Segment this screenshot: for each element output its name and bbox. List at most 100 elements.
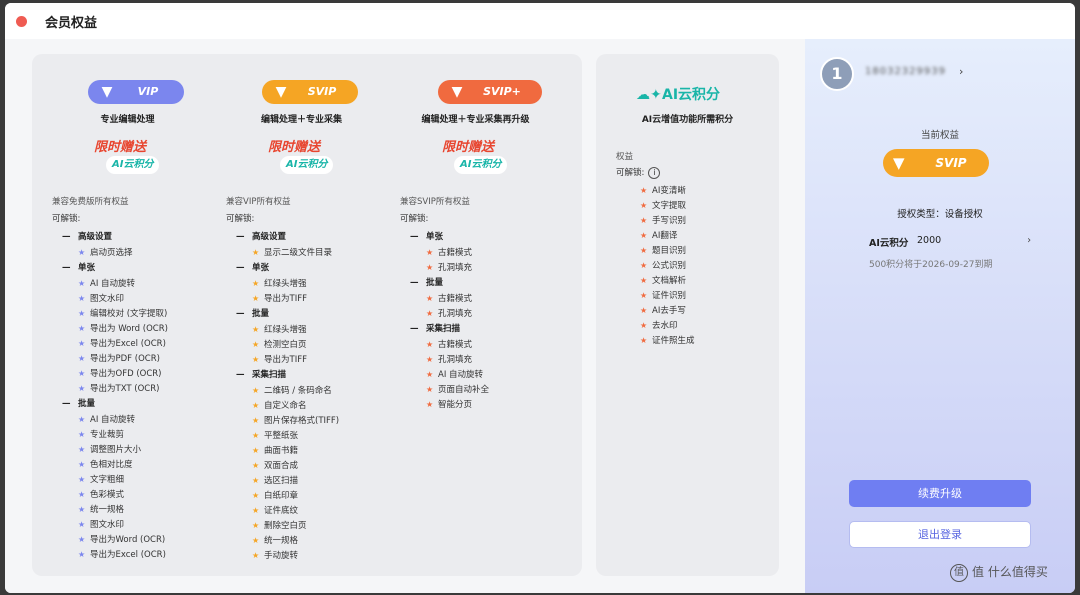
star-icon: ★ (78, 309, 86, 318)
feature-item: ★ AI 自动旋转 (62, 276, 212, 291)
star-icon: ★ (78, 430, 86, 439)
feature-item: ★ AI 自动旋转 (62, 412, 212, 427)
feature-item: ★ 古籍模式 (410, 337, 560, 352)
feature-item: ★ 色彩模式 (62, 487, 212, 502)
svip-plus-badge: ▼ SVIP+ (438, 80, 542, 104)
star-icon: ★ (640, 261, 648, 270)
feature-item: ★ 公式识别 (640, 258, 770, 273)
star-icon: ★ (426, 385, 434, 394)
feature-item: ★ 证件照生成 (640, 333, 770, 348)
star-icon: ★ (252, 506, 260, 515)
tier-column-svip: ▼ SVIP 编辑处理＋专业采集 限时赠送 AI云积分 兼容VIP所有权益 可解… (214, 54, 389, 576)
feature-item: ★ 白纸印章 (236, 488, 386, 503)
close-window-button[interactable] (16, 16, 27, 27)
compat-note: 兼容免费版所有权益 (52, 197, 129, 207)
feature-item: ★ AI变清晰 (640, 183, 770, 198)
star-icon: ★ (426, 370, 434, 379)
group-heading: — 单张 (62, 263, 96, 273)
feature-item: ★ 导出为TIFF (236, 352, 386, 367)
logout-button[interactable]: 退出登录 (849, 521, 1031, 548)
window-title: 会员权益 (45, 16, 98, 31)
feature-item: ★ 编辑校对 (文字提取) (62, 306, 212, 321)
star-icon: ★ (78, 490, 86, 499)
ai-points-panel: ☁✦AI云积分 AI云增值功能所需积分 权益 可解锁: i ★ AI变清晰 ★ 文字提… (596, 54, 779, 576)
star-icon: ★ (640, 291, 648, 300)
compat-note: 兼容SVIP所有权益 (400, 197, 470, 207)
star-icon: ★ (252, 536, 260, 545)
star-icon: ★ (252, 476, 260, 485)
feature-item: ★ 显示二级文件目录 (236, 245, 386, 260)
star-icon: ★ (426, 263, 434, 272)
group-heading: — 单张 (236, 263, 270, 273)
feature-item: ★ 导出为PDF (OCR) (62, 351, 212, 366)
promo-title: 限时赠送 (442, 140, 495, 155)
unlock-label: 可解锁: i (616, 166, 661, 179)
star-icon: ★ (640, 321, 648, 330)
group-heading: — 批量 (62, 399, 96, 409)
feature-item: ★ 统一规格 (62, 502, 212, 517)
compat-note: 兼容VIP所有权益 (226, 197, 291, 207)
ai-points-row[interactable]: AI云积分 2000 › (869, 235, 1031, 251)
feature-item: ★ 题目识别 (640, 243, 770, 258)
feature-item: ★ 古籍模式 (410, 291, 560, 306)
chevron-right-icon[interactable]: › (959, 65, 963, 78)
info-icon[interactable]: i (648, 167, 661, 179)
promo-sticker: 限时赠送 AI云积分 (436, 134, 528, 178)
feature-item: ★ 二维码 / 条码命名 (236, 383, 386, 398)
star-icon: ★ (78, 475, 86, 484)
points-expiry: 500积分将于2026-09-27到期 (869, 260, 993, 270)
star-icon: ★ (78, 505, 86, 514)
ai-tagline: AI云增值功能所需积分 (641, 115, 734, 125)
unlock-label: 可解锁: (400, 214, 429, 224)
promo-subtitle: AI云积分 (280, 156, 334, 174)
tier-tagline: 编辑处理＋专业采集 (260, 115, 342, 125)
star-icon: ★ (252, 461, 260, 470)
star-icon: ★ (78, 369, 86, 378)
star-icon: ★ (252, 491, 260, 500)
group-heading: — 高级设置 (62, 232, 113, 242)
star-icon: ★ (252, 521, 260, 530)
feature-item: ★ 手动旋转 (236, 548, 386, 563)
star-icon: ★ (252, 551, 260, 560)
star-icon: ★ (78, 339, 86, 348)
star-icon: ★ (252, 248, 260, 257)
star-icon: ★ (426, 355, 434, 364)
chevron-right-icon[interactable]: › (1027, 235, 1031, 246)
feature-item: ★ 双面合成 (236, 458, 386, 473)
account-id[interactable]: 18032329939 (865, 66, 946, 77)
ai-points-label: AI云积分 (869, 238, 909, 249)
feature-item: ★ 证件识别 (640, 288, 770, 303)
feature-item: ★ AI翻译 (640, 228, 770, 243)
star-icon: ★ (426, 309, 434, 318)
star-icon: ★ (252, 355, 260, 364)
benefits-area: ▼ VIP 专业编辑处理 限时赠送 AI云积分 兼容免费版所有权益 可解锁: —… (5, 39, 805, 593)
star-icon: ★ (252, 446, 260, 455)
star-icon: ★ (78, 384, 86, 393)
star-icon: ★ (78, 520, 86, 529)
cloud-sparkle-icon: ☁✦ (636, 87, 662, 103)
feature-item: ★ 孔洞填充 (410, 352, 560, 367)
feature-item: ★ 去水印 (640, 318, 770, 333)
current-tier-label: 当前权益 (920, 130, 959, 141)
feature-item: ★ 导出为Excel (OCR) (62, 547, 212, 562)
feature-item: ★ 证件底纹 (236, 503, 386, 518)
renew-upgrade-button[interactable]: 续费升级 (849, 480, 1031, 507)
star-icon: ★ (78, 279, 86, 288)
promo-title: 限时赠送 (94, 140, 147, 155)
feature-item: ★ 文字粗细 (62, 472, 212, 487)
promo-sticker: 限时赠送 AI云积分 (262, 134, 354, 178)
avatar[interactable]: 1 (820, 57, 854, 91)
feature-item: ★ 手写识别 (640, 213, 770, 228)
tier-tagline: 编辑处理＋专业采集再升级 (421, 115, 530, 125)
feature-item: ★ 文字提取 (640, 198, 770, 213)
vip-badge: ▼ VIP (88, 80, 184, 104)
star-icon: ★ (252, 416, 260, 425)
feature-item: ★ 曲面书籍 (236, 443, 386, 458)
promo-subtitle: AI云积分 (454, 156, 508, 174)
svip-badge: ▼ SVIP (262, 80, 358, 104)
feature-item: ★ 孔洞填充 (410, 260, 560, 275)
group-heading: — 高级设置 (236, 232, 287, 242)
star-icon: ★ (426, 340, 434, 349)
star-icon: ★ (252, 340, 260, 349)
badge-label: VIP (137, 85, 159, 98)
